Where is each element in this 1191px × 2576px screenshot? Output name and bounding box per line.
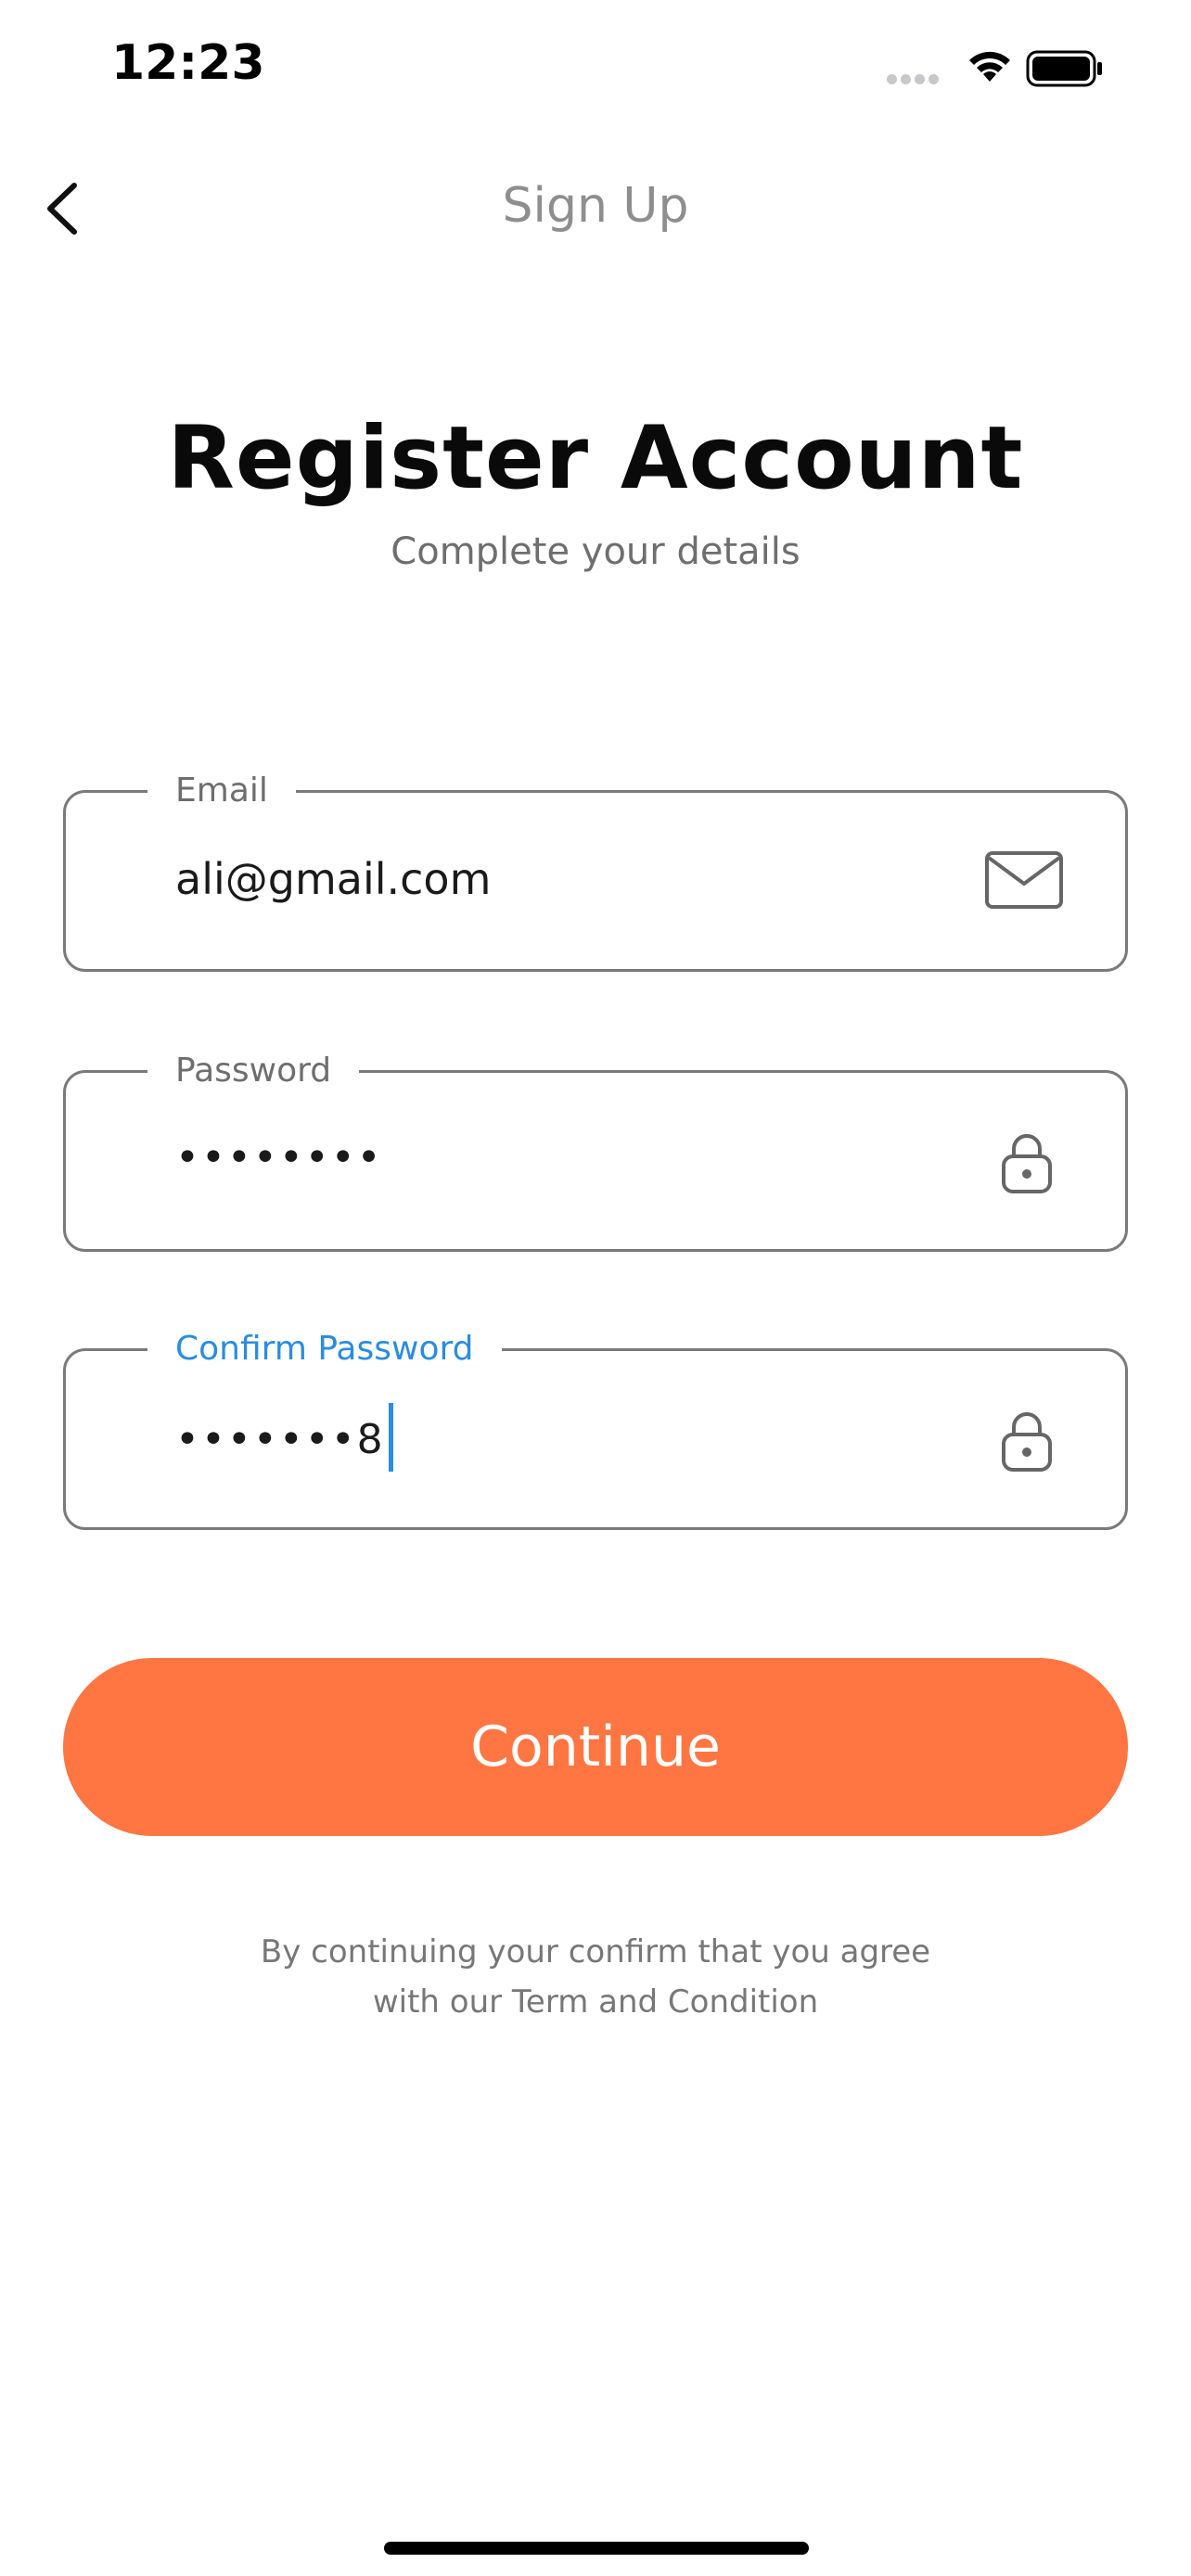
wifi-icon [969,51,1010,82]
nav-title: Sign Up [502,178,689,234]
back-button[interactable] [37,176,93,241]
confirm-password-field[interactable]: Confirm Password •••••••8 [63,1325,1128,1530]
continue-button[interactable]: Continue [63,1658,1128,1836]
terms-line-1: By continuing your confirm that you agre… [260,1933,931,1970]
password-value: •••••••• [175,1134,383,1181]
page-subtitle: Complete your details [391,530,800,573]
mail-icon [985,851,1063,909]
password-field[interactable]: Password •••••••• [63,1047,1128,1252]
email-field[interactable]: Email ali@gmail.com [63,767,1128,972]
confirm-password-text: •••••••8 [175,1416,385,1463]
status-time: 12:23 [111,35,265,91]
home-indicator[interactable] [384,2542,809,2555]
lock-icon [1002,1134,1052,1193]
lock-icon [1002,1412,1052,1472]
chevron-left-icon [47,183,77,235]
battery-icon [1026,50,1102,87]
terms-text: By continuing your confirm that you agre… [0,1927,1191,2027]
signup-screen: 12:23 Sign Up Register Account Complete … [0,0,1191,2576]
cellular-signal-icon [887,70,942,84]
email-value: ali@gmail.com [175,854,492,904]
email-label: Email [147,767,296,815]
password-label: Password [147,1047,360,1095]
page-title: Register Account [167,408,1024,509]
confirm-password-label: Confirm Password [147,1325,502,1373]
status-icons [887,45,1119,91]
confirm-password-value: •••••••8 [175,1403,393,1472]
text-caret [388,1403,393,1472]
terms-line-2[interactable]: with our Term and Condition [0,1977,1191,2027]
